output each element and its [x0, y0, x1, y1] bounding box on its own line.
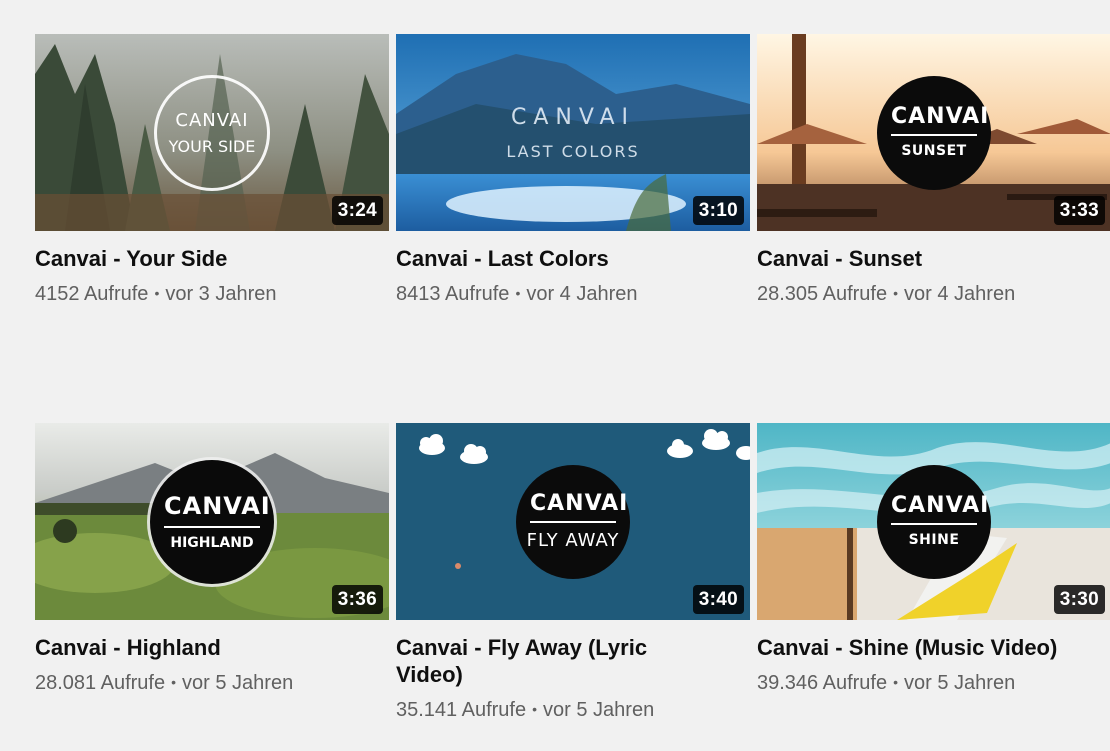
- video-card[interactable]: CANVAI SUNSET 3:33 Canvai - Sunset 28.30…: [757, 34, 1110, 307]
- video-title[interactable]: Canvai - Highland: [35, 634, 389, 661]
- video-duration-badge: 3:30: [1053, 585, 1105, 614]
- video-card[interactable]: CANVAI YOUR SIDE 3:24 Canvai - Your Side…: [35, 34, 389, 307]
- upload-age: vor 5 Jahren: [904, 672, 1016, 694]
- logo-brand-text: CANVAI: [510, 104, 636, 130]
- video-metadata: 39.346 Aufrufe • vor 5 Jahren: [757, 671, 1110, 696]
- video-duration-badge: 3:24: [331, 196, 383, 225]
- view-count: 28.081 Aufrufe: [35, 672, 166, 694]
- video-duration-badge: 3:33: [1053, 196, 1105, 225]
- logo-subtitle-text: LAST COLORS: [506, 141, 640, 161]
- video-metadata: 8413 Aufrufe • vor 4 Jahren: [396, 282, 750, 307]
- video-thumbnail[interactable]: CANVAI LAST COLORS 3:10: [396, 34, 750, 231]
- logo-brand-text: CANVAI: [891, 106, 988, 136]
- logo-subtitle-text: FLY AWAY: [526, 529, 620, 551]
- meta-separator: •: [171, 674, 177, 690]
- logo-brand-text: CANVAI: [891, 495, 988, 525]
- canvai-logo: CANVAI FLY AWAY: [516, 464, 630, 579]
- canvai-logo: CANVAI SUNSET: [877, 75, 991, 190]
- video-card[interactable]: CANVAI FLY AWAY 3:40 Canvai - Fly Away (…: [396, 423, 750, 723]
- video-metadata: 28.081 Aufrufe • vor 5 Jahren: [35, 671, 389, 696]
- video-thumbnail[interactable]: CANVAI SUNSET 3:33: [757, 34, 1110, 231]
- video-title[interactable]: Canvai - Your Side: [35, 245, 389, 272]
- video-thumbnail[interactable]: CANVAI FLY AWAY 3:40: [396, 423, 750, 620]
- video-card[interactable]: CANVAI SHINE 3:30 Canvai - Shine (Music …: [757, 423, 1110, 696]
- canvai-logo: CANVAI LAST COLORS: [493, 93, 653, 173]
- upload-age: vor 3 Jahren: [165, 283, 277, 305]
- logo-brand-text: CANVAI: [164, 492, 270, 528]
- video-card[interactable]: CANVAI LAST COLORS 3:10 Canvai - Last Co…: [396, 34, 750, 307]
- logo-brand-text: CANVAI: [530, 492, 627, 523]
- view-count: 39.346 Aufrufe: [757, 672, 888, 694]
- video-title[interactable]: Canvai - Last Colors: [396, 245, 750, 272]
- video-duration-badge: 3:40: [692, 585, 744, 614]
- logo-brand-text: CANVAI: [175, 109, 249, 131]
- meta-separator: •: [532, 701, 538, 717]
- video-duration-badge: 3:10: [692, 196, 744, 225]
- video-thumbnail[interactable]: CANVAI SHINE 3:30: [757, 423, 1110, 620]
- video-metadata: 35.141 Aufrufe • vor 5 Jahren: [396, 698, 750, 723]
- logo-subtitle-text: HIGHLAND: [170, 535, 254, 551]
- view-count: 8413 Aufrufe: [396, 283, 510, 305]
- logo-subtitle-text: SUNSET: [901, 143, 967, 159]
- upload-age: vor 4 Jahren: [526, 283, 638, 305]
- video-title[interactable]: Canvai - Sunset: [757, 245, 1110, 272]
- logo-subtitle-text: YOUR SIDE: [168, 136, 256, 156]
- video-duration-badge: 3:36: [331, 585, 383, 614]
- meta-separator: •: [154, 285, 160, 301]
- canvai-logo: CANVAI SHINE: [877, 464, 991, 579]
- logo-subtitle-text: SHINE: [908, 532, 960, 548]
- canvai-logo: CANVAI YOUR SIDE: [154, 74, 270, 191]
- video-title[interactable]: Canvai - Fly Away (Lyric Video): [396, 634, 676, 688]
- meta-separator: •: [893, 674, 899, 690]
- upload-age: vor 4 Jahren: [904, 283, 1016, 305]
- video-thumbnail[interactable]: CANVAI YOUR SIDE 3:24: [35, 34, 389, 231]
- canvai-logo: CANVAI HIGHLAND: [150, 459, 274, 584]
- view-count: 4152 Aufrufe: [35, 283, 149, 305]
- video-metadata: 28.305 Aufrufe • vor 4 Jahren: [757, 282, 1110, 307]
- view-count: 35.141 Aufrufe: [396, 699, 527, 721]
- meta-separator: •: [515, 285, 521, 301]
- video-title[interactable]: Canvai - Shine (Music Video): [757, 634, 1110, 661]
- view-count: 28.305 Aufrufe: [757, 283, 888, 305]
- upload-age: vor 5 Jahren: [182, 672, 294, 694]
- video-grid: CANVAI YOUR SIDE 3:24 Canvai - Your Side…: [0, 0, 1110, 751]
- video-card[interactable]: CANVAI HIGHLAND 3:36 Canvai - Highland 2…: [35, 423, 389, 696]
- upload-age: vor 5 Jahren: [543, 699, 655, 721]
- meta-separator: •: [893, 285, 899, 301]
- video-thumbnail[interactable]: CANVAI HIGHLAND 3:36: [35, 423, 389, 620]
- video-metadata: 4152 Aufrufe • vor 3 Jahren: [35, 282, 389, 307]
